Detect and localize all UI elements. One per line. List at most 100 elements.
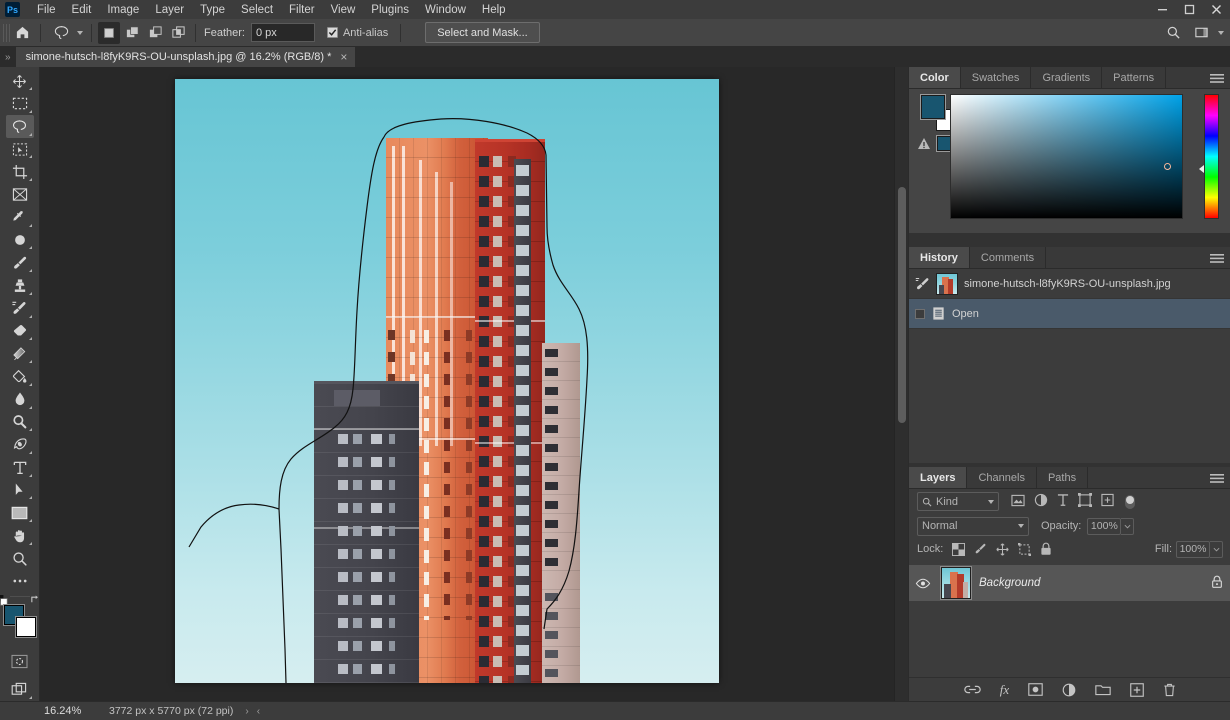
layer-kind-filter[interactable]: Kind xyxy=(917,492,999,511)
lock-all-icon[interactable] xyxy=(1040,542,1052,556)
menu-item-select[interactable]: Select xyxy=(233,2,281,18)
fill-stepper[interactable] xyxy=(1210,540,1223,558)
hand-tool[interactable] xyxy=(6,525,34,547)
swap-colors-icon[interactable] xyxy=(30,594,41,608)
color-panel-foreground-swatch[interactable] xyxy=(921,95,945,119)
object-selection-tool[interactable] xyxy=(6,138,34,160)
frame-tool[interactable] xyxy=(6,184,34,206)
layer-lock-icon[interactable] xyxy=(1211,575,1223,592)
lock-transparent-pixels-icon[interactable] xyxy=(952,542,966,556)
zoom-level-field[interactable]: 16.24% xyxy=(44,705,99,717)
subtract-from-selection-button[interactable] xyxy=(144,22,166,44)
menu-item-filter[interactable]: Filter xyxy=(281,2,323,18)
maximize-button[interactable] xyxy=(1176,0,1203,19)
layer-row-background[interactable]: Background xyxy=(909,564,1230,602)
panel-menu-icon[interactable] xyxy=(1210,467,1224,489)
panel-menu-icon[interactable] xyxy=(1210,67,1224,89)
canvas-vertical-scrollbar[interactable] xyxy=(894,67,908,701)
blur-tool[interactable] xyxy=(6,388,34,410)
layer-name-label[interactable]: Background xyxy=(979,577,1203,589)
filter-adjustment-layers-icon[interactable] xyxy=(1034,493,1048,510)
add-layer-style-icon[interactable]: fx xyxy=(1000,682,1009,698)
workspace-chevron-down-icon[interactable] xyxy=(1218,30,1224,35)
clone-stamp-tool[interactable] xyxy=(6,275,34,297)
tab-history[interactable]: History xyxy=(909,247,970,268)
new-fill-adjustment-layer-icon[interactable] xyxy=(1062,683,1076,697)
feather-input[interactable]: 0 px xyxy=(250,23,315,42)
type-tool[interactable] xyxy=(6,456,34,478)
search-icon[interactable] xyxy=(1161,22,1185,44)
link-layers-icon[interactable] xyxy=(964,684,981,695)
document-canvas[interactable] xyxy=(175,79,719,683)
opacity-stepper[interactable] xyxy=(1121,517,1135,535)
filter-pixel-layers-icon[interactable] xyxy=(1011,494,1025,510)
layer-thumbnail[interactable] xyxy=(941,567,971,599)
filter-shape-layers-icon[interactable] xyxy=(1078,493,1092,510)
tab-swatches[interactable]: Swatches xyxy=(960,67,1032,88)
background-color-swatch[interactable] xyxy=(15,616,36,637)
spot-healing-brush-tool[interactable] xyxy=(6,229,34,251)
workspace-switcher-icon[interactable] xyxy=(1189,22,1213,44)
history-state-row-open[interactable]: Open xyxy=(909,299,1230,329)
fill-input[interactable]: 100% xyxy=(1176,540,1210,558)
menu-item-type[interactable]: Type xyxy=(192,2,233,18)
blend-mode-select[interactable]: Normal xyxy=(917,516,1029,536)
lock-artboard-nesting-icon[interactable] xyxy=(1018,542,1032,556)
status-collapse-icon[interactable]: ‹ xyxy=(257,706,260,717)
color-picker-marker[interactable] xyxy=(1164,163,1171,170)
screen-mode-button[interactable] xyxy=(6,678,34,700)
opacity-input[interactable]: 100% xyxy=(1087,517,1122,535)
add-to-selection-button[interactable] xyxy=(121,22,143,44)
delete-layer-icon[interactable] xyxy=(1163,683,1176,697)
eye-icon[interactable] xyxy=(913,578,933,589)
tab-overflow-icon[interactable]: » xyxy=(0,47,16,67)
document-tab[interactable]: simone-hutsch-l8fyK9RS-OU-unsplash.jpg @… xyxy=(15,47,357,67)
tab-comments[interactable]: Comments xyxy=(969,247,1047,268)
options-bar-grip[interactable] xyxy=(3,23,10,42)
pen-tool[interactable] xyxy=(6,434,34,456)
filter-enable-toggle[interactable] xyxy=(1125,494,1135,509)
move-tool[interactable] xyxy=(6,70,34,92)
menu-item-help[interactable]: Help xyxy=(474,2,514,18)
rectangular-marquee-tool[interactable] xyxy=(6,93,34,115)
menu-item-plugins[interactable]: Plugins xyxy=(363,2,417,18)
tab-color[interactable]: Color xyxy=(909,67,961,88)
dodge-tool[interactable] xyxy=(6,411,34,433)
hue-slider-marker[interactable] xyxy=(1199,165,1204,173)
history-brush-tool[interactable] xyxy=(6,297,34,319)
vertical-scrollbar-thumb[interactable] xyxy=(898,187,906,423)
menu-item-window[interactable]: Window xyxy=(417,2,474,18)
tab-gradients[interactable]: Gradients xyxy=(1031,67,1103,88)
lock-image-pixels-icon[interactable] xyxy=(974,543,987,556)
history-brush-source-icon[interactable] xyxy=(915,277,930,291)
canvas-area[interactable] xyxy=(40,67,908,701)
status-expand-icon[interactable]: › xyxy=(245,706,248,717)
menu-item-file[interactable]: File xyxy=(29,2,64,18)
color-picker-field[interactable] xyxy=(950,94,1183,219)
path-selection-tool[interactable] xyxy=(6,479,34,501)
eraser-tool[interactable] xyxy=(6,320,34,342)
filter-smart-object-layers-icon[interactable] xyxy=(1101,493,1114,510)
panel-menu-icon[interactable] xyxy=(1210,247,1224,269)
hue-slider[interactable] xyxy=(1204,94,1219,219)
antialias-row[interactable]: Anti-alias xyxy=(326,27,388,39)
eyedropper-tool[interactable] xyxy=(6,206,34,228)
tool-preset-picker[interactable] xyxy=(47,22,85,44)
select-and-mask-button[interactable]: Select and Mask... xyxy=(425,22,540,43)
tab-paths[interactable]: Paths xyxy=(1036,467,1089,488)
quick-mask-button[interactable] xyxy=(6,651,34,673)
menu-item-image[interactable]: Image xyxy=(99,2,147,18)
history-source-checkbox[interactable] xyxy=(915,308,925,319)
edit-toolbar-button[interactable] xyxy=(6,570,34,592)
lock-position-icon[interactable] xyxy=(996,542,1009,556)
panel-divider-1[interactable] xyxy=(909,233,1230,247)
intersect-with-selection-button[interactable] xyxy=(167,22,189,44)
gradient-tool[interactable] xyxy=(6,343,34,365)
antialias-checkbox[interactable] xyxy=(326,27,338,38)
gamut-warning-icon[interactable] xyxy=(917,137,931,150)
rectangle-tool[interactable] xyxy=(6,502,34,524)
new-layer-icon[interactable] xyxy=(1130,682,1145,697)
menu-item-layer[interactable]: Layer xyxy=(147,2,192,18)
minimize-button[interactable] xyxy=(1149,0,1176,19)
new-selection-button[interactable] xyxy=(98,21,120,44)
